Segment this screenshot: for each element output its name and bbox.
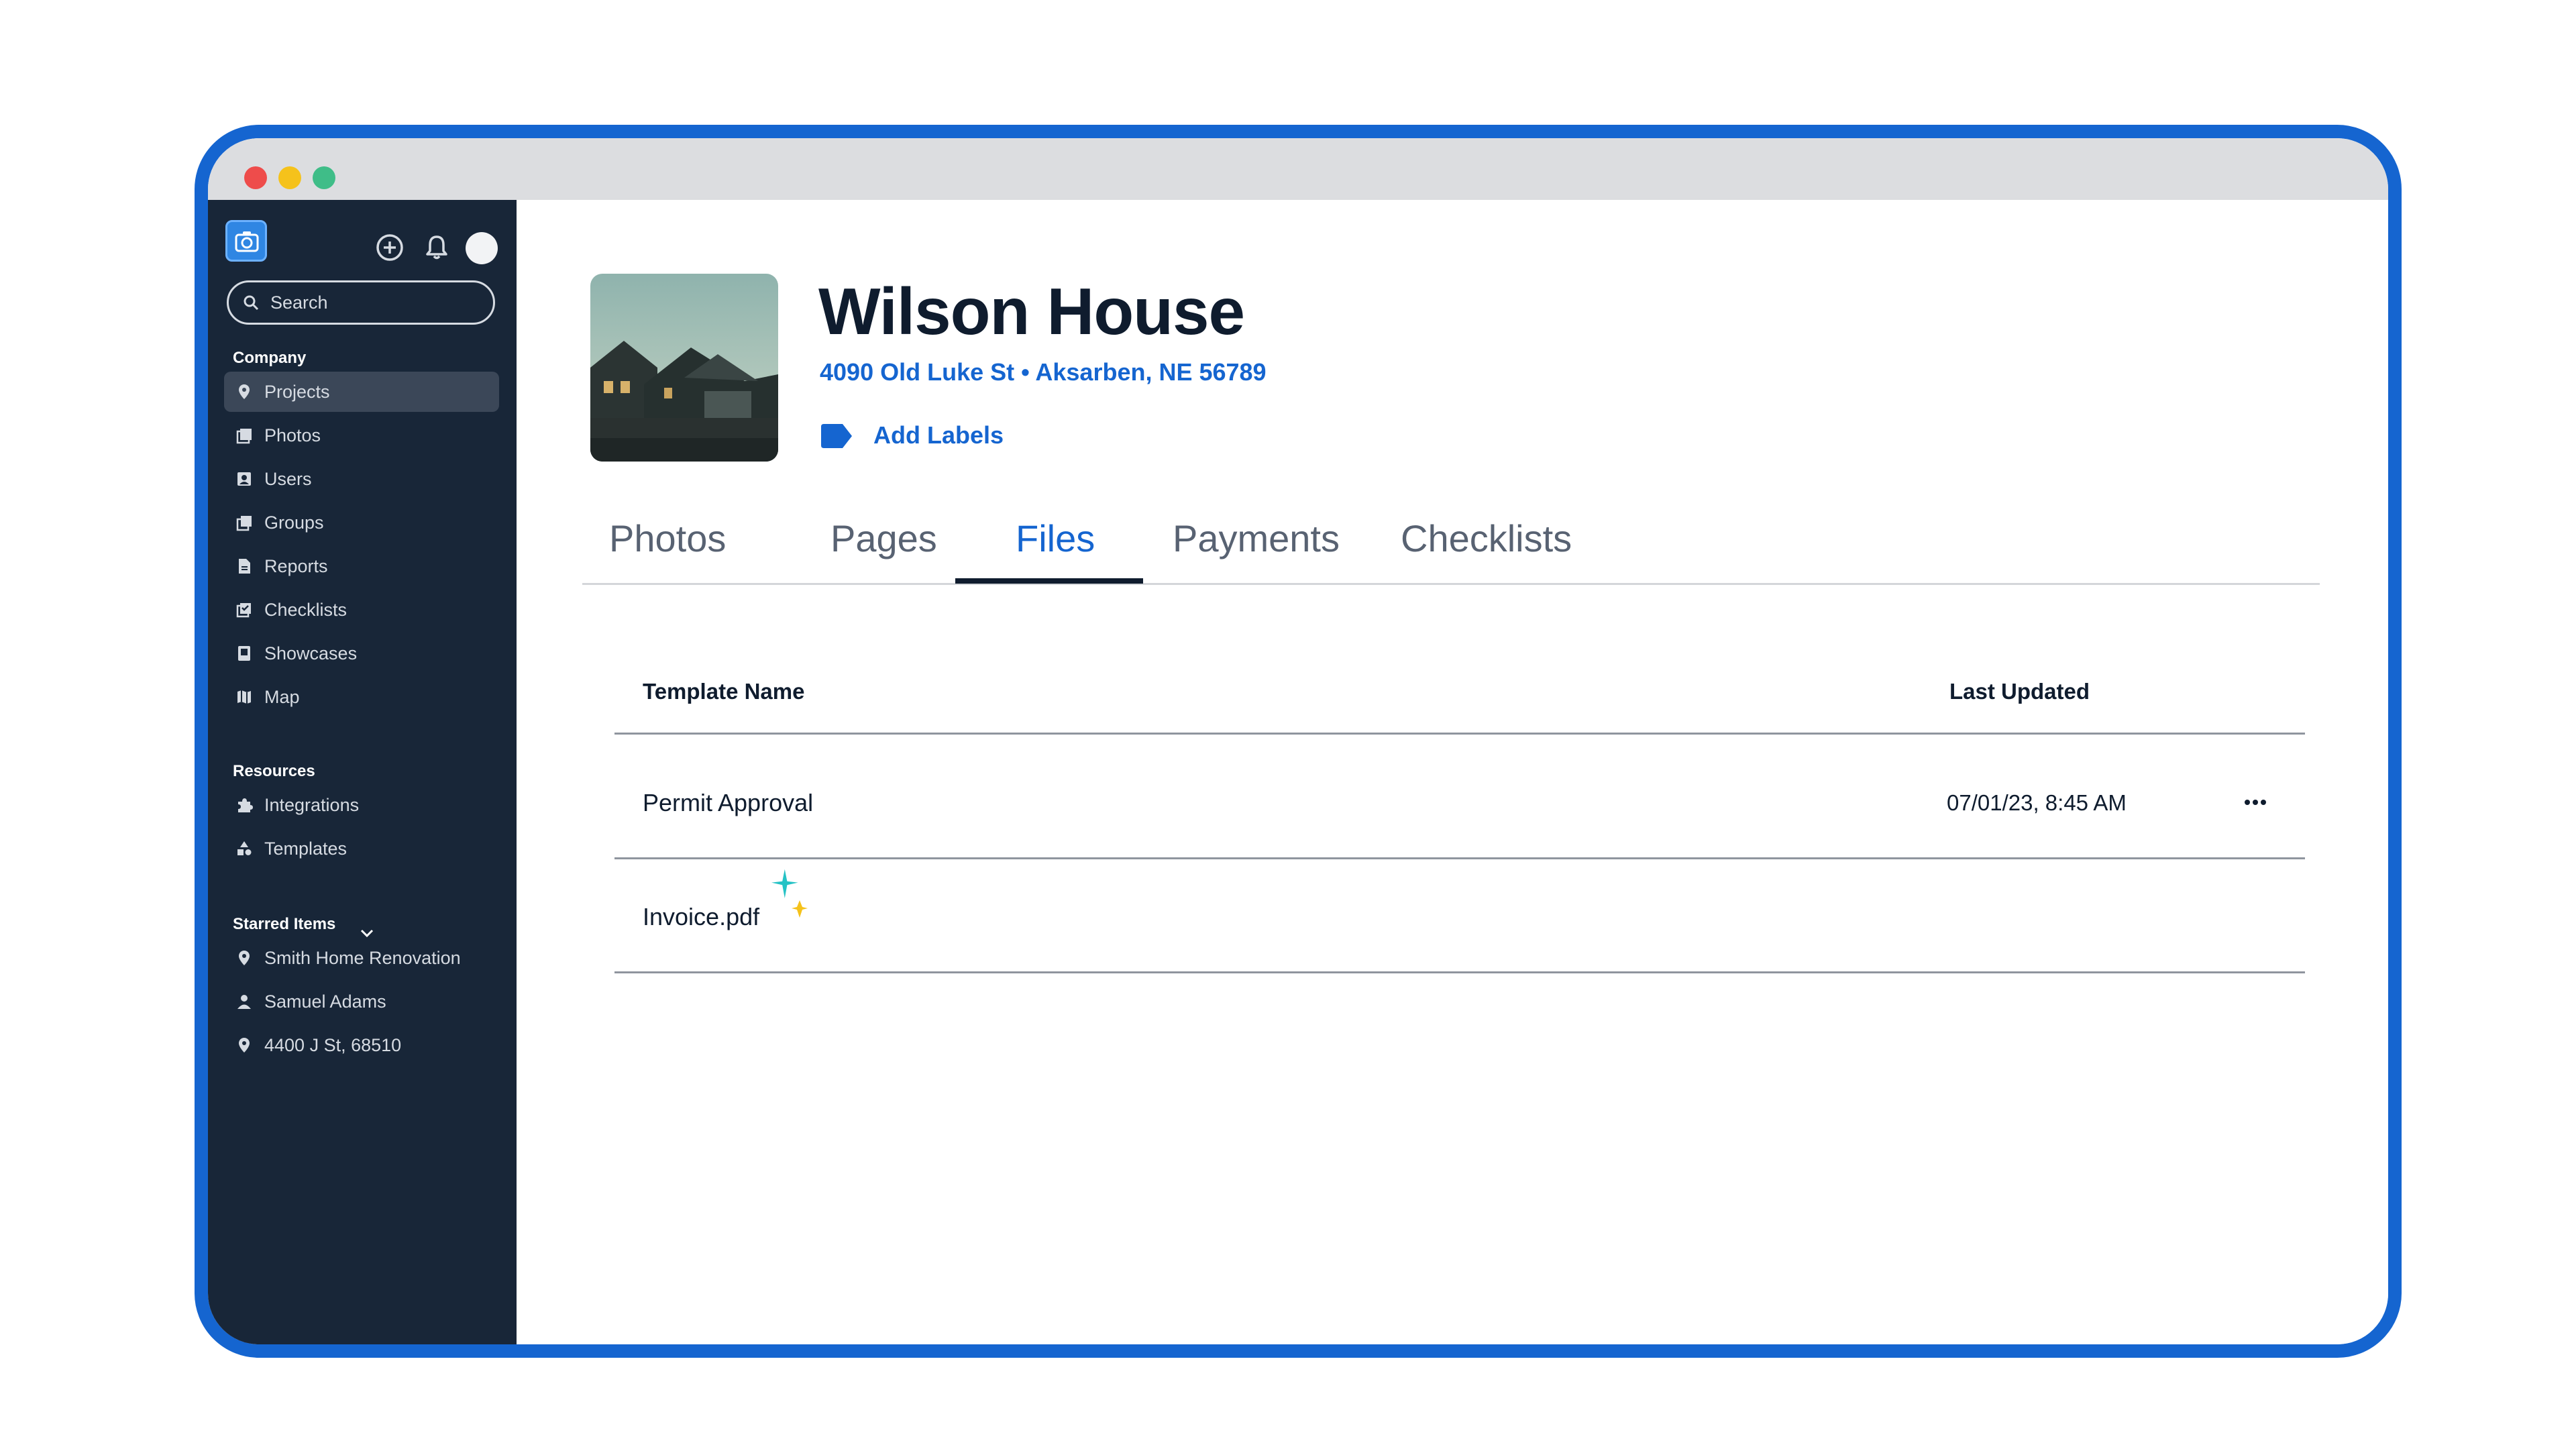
puzzle-icon [238,798,253,812]
tab-files[interactable]: Files [1016,517,1095,560]
more-options-icon[interactable] [2242,797,2269,808]
photos-icon [236,429,252,444]
shapes-icon [237,841,252,855]
file-name[interactable]: Invoice.pdf [643,903,759,931]
main-content: Wilson House 4090 Old Luke St • Aksarben… [517,200,2388,1344]
sidebar-item-projects[interactable]: Projects [224,372,499,412]
search-icon [244,295,259,311]
sidebar-item-label: Projects [264,382,330,402]
column-header-last-updated[interactable]: Last Updated [1949,679,2090,704]
tab-payments[interactable]: Payments [1173,517,1340,560]
resources-section-title: Resources [233,762,315,780]
sidebar-item-label: Templates [264,839,347,859]
pin-icon [239,1038,250,1053]
sidebar-item-showcases[interactable]: Showcases [224,633,499,674]
minimize-window-button[interactable] [278,166,301,189]
sidebar-item-label: Reports [264,556,328,576]
sidebar-item-reports[interactable]: Reports [224,546,499,586]
camera-logo-icon [235,231,259,252]
row-divider [614,971,2305,973]
sidebar-item-label: Checklists [264,600,347,620]
sidebar-item-integrations[interactable]: Integrations [224,785,499,825]
file-name[interactable]: Permit Approval [643,789,813,817]
person-icon [237,995,251,1009]
sidebar-item-templates[interactable]: Templates [224,828,499,869]
add-labels-label: Add Labels [873,421,1004,449]
project-address[interactable]: 4090 Old Luke St • Aksarben, NE 56789 [820,358,1267,386]
sidebar-item-label: Samuel Adams [264,991,386,1012]
starred-item-samuel-adams[interactable]: Samuel Adams [224,981,499,1022]
tab-checklists[interactable]: Checklists [1401,517,1572,560]
sidebar-item-label: Map [264,687,300,707]
sidebar-item-label: Showcases [264,643,358,663]
maximize-window-button[interactable] [313,166,335,189]
pin-icon [239,951,250,965]
user-avatar[interactable] [466,232,498,264]
header-divider [614,733,2305,735]
house-photo [590,274,778,462]
tab-photos[interactable]: Photos [609,517,726,560]
showcase-icon [238,646,250,661]
project-tabs: Photos Pages Files Payments Checklists [582,495,2320,585]
sidebar-item-users[interactable]: Users [224,459,499,499]
sidebar-item-label: Smith Home Renovation [264,948,461,968]
title-bar [208,138,2388,200]
column-header-template-name[interactable]: Template Name [643,679,804,704]
sidebar-item-photos[interactable]: Photos [224,415,499,455]
search-box[interactable] [227,280,495,325]
sidebar: Company Projects Photos Users Groups Rep… [208,200,517,1344]
sidebar-item-label: Groups [264,513,324,533]
sidebar-item-checklists[interactable]: Checklists [224,590,499,630]
sparkle-icon [771,869,808,918]
user-card-icon [237,472,251,486]
label-tag-icon [821,424,852,448]
starred-item-4400-j-st[interactable]: 4400 J St, 68510 [224,1025,499,1065]
app-logo[interactable] [225,220,267,262]
project-title: Wilson House [818,274,1245,348]
add-circle-icon[interactable] [374,232,405,263]
search-input[interactable] [270,289,485,316]
sidebar-item-map[interactable]: Map [224,677,499,717]
groups-icon [236,516,252,531]
sidebar-item-groups[interactable]: Groups [224,502,499,543]
tab-pages[interactable]: Pages [830,517,937,560]
row-divider [614,857,2305,859]
starred-section-title[interactable]: Starred Items [233,915,335,934]
company-section-title: Company [233,349,307,367]
checklist-icon [236,603,251,618]
sidebar-item-label: Users [264,469,312,489]
file-last-updated: 07/01/23, 8:45 AM [1947,790,2127,815]
close-window-button[interactable] [244,166,267,189]
map-icon [237,690,251,704]
sidebar-item-label: 4400 J St, 68510 [264,1035,402,1055]
active-tab-indicator [955,578,1143,584]
pin-icon [239,384,250,399]
bell-icon[interactable] [421,232,452,263]
project-thumbnail[interactable] [590,274,778,462]
sidebar-item-label: Photos [264,425,321,445]
app-window: Company Projects Photos Users Groups Rep… [195,125,2402,1358]
starred-item-smith-home[interactable]: Smith Home Renovation [224,938,499,978]
report-icon [239,559,250,574]
sidebar-item-label: Integrations [264,795,360,815]
